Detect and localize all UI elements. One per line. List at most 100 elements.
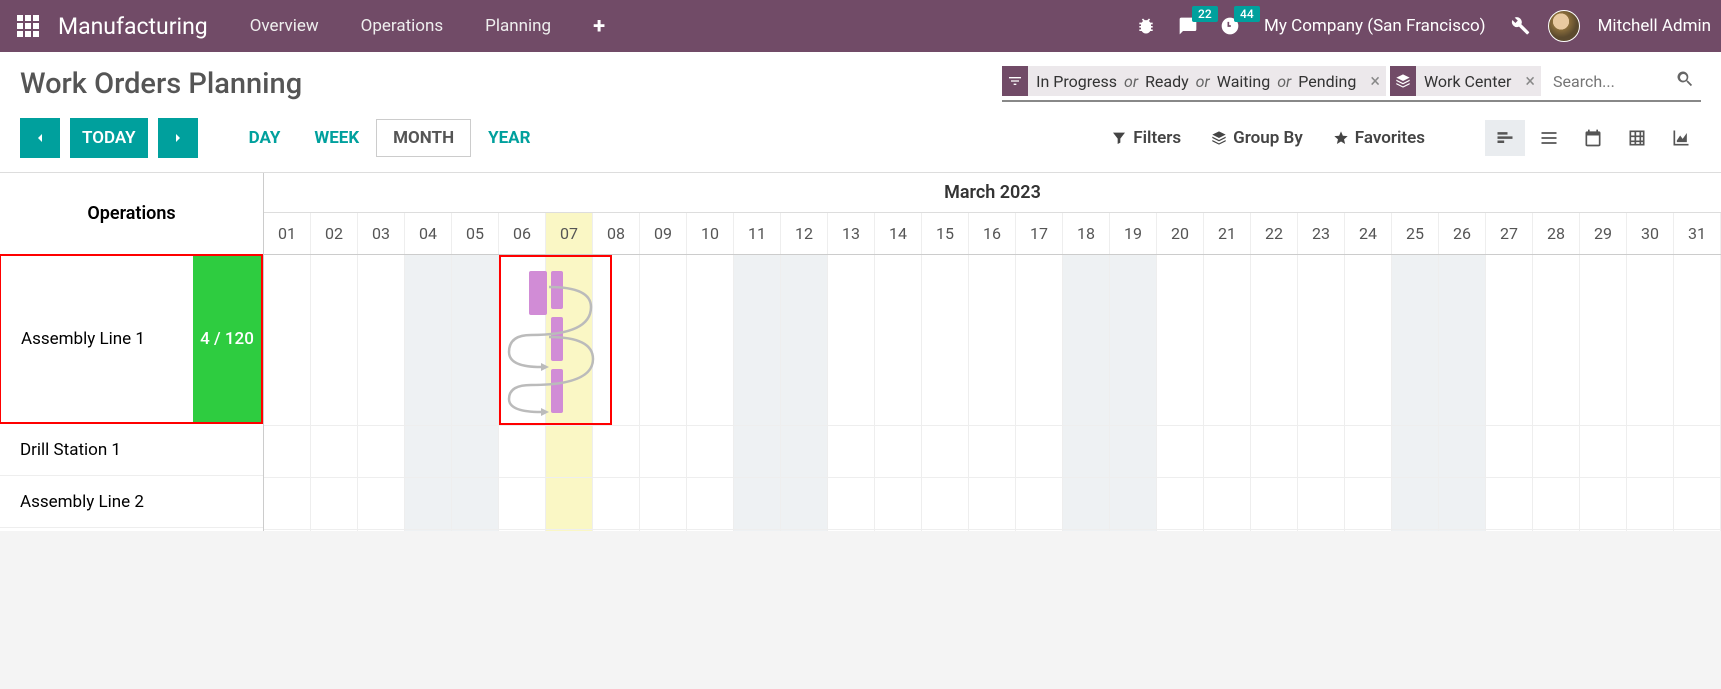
activities-icon[interactable]: 44 bbox=[1216, 12, 1244, 40]
view-pivot-icon[interactable] bbox=[1617, 120, 1657, 156]
day-cell[interactable]: 18 bbox=[1063, 213, 1110, 254]
grid-col[interactable] bbox=[1016, 255, 1063, 531]
nav-new-icon[interactable]: + bbox=[575, 14, 623, 39]
nav-overview[interactable]: Overview bbox=[232, 16, 337, 36]
day-cell[interactable]: 26 bbox=[1439, 213, 1486, 254]
company-switcher[interactable]: My Company (San Francisco) bbox=[1264, 16, 1486, 36]
nav-operations[interactable]: Operations bbox=[343, 16, 462, 36]
day-cell[interactable]: 30 bbox=[1627, 213, 1674, 254]
app-brand[interactable]: Manufacturing bbox=[58, 13, 208, 40]
gantt-grid[interactable] bbox=[264, 255, 1721, 531]
view-list-icon[interactable] bbox=[1529, 120, 1569, 156]
scale-year[interactable]: YEAR bbox=[471, 119, 547, 157]
grid-col[interactable] bbox=[1204, 255, 1251, 531]
grid-col[interactable] bbox=[1110, 255, 1157, 531]
view-gantt-icon[interactable] bbox=[1485, 120, 1525, 156]
day-cell[interactable]: 25 bbox=[1392, 213, 1439, 254]
grid-col[interactable] bbox=[452, 255, 499, 531]
day-cell[interactable]: 13 bbox=[828, 213, 875, 254]
grid-col[interactable] bbox=[875, 255, 922, 531]
messages-badge: 22 bbox=[1192, 6, 1218, 22]
next-button[interactable] bbox=[158, 118, 198, 158]
day-cell[interactable]: 16 bbox=[969, 213, 1016, 254]
grid-col[interactable] bbox=[1157, 255, 1204, 531]
grid-col[interactable] bbox=[1392, 255, 1439, 531]
filter-facet-text: In Progress or Ready or Waiting or Pendi… bbox=[1028, 68, 1364, 95]
nav-planning[interactable]: Planning bbox=[467, 16, 569, 36]
tools-icon[interactable] bbox=[1506, 12, 1534, 40]
close-icon[interactable]: × bbox=[1364, 71, 1386, 92]
capacity-badge: 4 / 120 bbox=[193, 256, 261, 422]
search-icon[interactable] bbox=[1675, 69, 1695, 94]
day-cell[interactable]: 22 bbox=[1251, 213, 1298, 254]
grid-col[interactable] bbox=[1674, 255, 1721, 531]
day-cell[interactable]: 02 bbox=[311, 213, 358, 254]
groupby-button[interactable]: Group By bbox=[1211, 128, 1303, 148]
day-cell[interactable]: 04 bbox=[405, 213, 452, 254]
grid-col[interactable] bbox=[1251, 255, 1298, 531]
day-cell[interactable]: 31 bbox=[1674, 213, 1721, 254]
username[interactable]: Mitchell Admin bbox=[1598, 16, 1711, 36]
day-cell[interactable]: 11 bbox=[734, 213, 781, 254]
day-cell[interactable]: 19 bbox=[1110, 213, 1157, 254]
grid-col[interactable] bbox=[687, 255, 734, 531]
grid-col[interactable] bbox=[922, 255, 969, 531]
day-cell[interactable]: 28 bbox=[1533, 213, 1580, 254]
day-cell[interactable]: 08 bbox=[593, 213, 640, 254]
debug-icon[interactable] bbox=[1132, 12, 1160, 40]
apps-icon[interactable] bbox=[10, 8, 46, 44]
today-button[interactable]: TODAY bbox=[70, 118, 148, 158]
scale-week[interactable]: WEEK bbox=[297, 119, 376, 157]
scale-day[interactable]: DAY bbox=[232, 119, 298, 157]
search-input[interactable] bbox=[1545, 68, 1675, 95]
grid-col[interactable] bbox=[1580, 255, 1627, 531]
grid-col[interactable] bbox=[640, 255, 687, 531]
search-bar[interactable]: In Progress or Ready or Waiting or Pendi… bbox=[1002, 66, 1701, 102]
grid-col[interactable] bbox=[1533, 255, 1580, 531]
day-cell[interactable]: 27 bbox=[1486, 213, 1533, 254]
day-cell[interactable]: 17 bbox=[1016, 213, 1063, 254]
day-cell[interactable]: 20 bbox=[1157, 213, 1204, 254]
day-cell[interactable]: 21 bbox=[1204, 213, 1251, 254]
grid-col[interactable] bbox=[734, 255, 781, 531]
day-cell[interactable]: 03 bbox=[358, 213, 405, 254]
grid-col[interactable] bbox=[1298, 255, 1345, 531]
prev-button[interactable] bbox=[20, 118, 60, 158]
day-cell[interactable]: 14 bbox=[875, 213, 922, 254]
day-cell[interactable]: 29 bbox=[1580, 213, 1627, 254]
favorites-button[interactable]: Favorites bbox=[1333, 128, 1425, 148]
grid-col[interactable] bbox=[828, 255, 875, 531]
grid-col[interactable] bbox=[1486, 255, 1533, 531]
avatar[interactable] bbox=[1548, 10, 1580, 42]
row-drill-station-1[interactable]: Drill Station 1 bbox=[0, 424, 263, 476]
day-cell[interactable]: 09 bbox=[640, 213, 687, 254]
funnel-icon bbox=[1002, 66, 1028, 96]
filters-button[interactable]: Filters bbox=[1111, 128, 1181, 148]
day-cell[interactable]: 06 bbox=[499, 213, 546, 254]
day-cell[interactable]: 23 bbox=[1298, 213, 1345, 254]
grid-col[interactable] bbox=[405, 255, 452, 531]
day-cell[interactable]: 10 bbox=[687, 213, 734, 254]
grid-col[interactable] bbox=[358, 255, 405, 531]
grid-col[interactable] bbox=[1627, 255, 1674, 531]
row-assembly-line-2[interactable]: Assembly Line 2 bbox=[0, 476, 263, 528]
grid-col[interactable] bbox=[311, 255, 358, 531]
scale-month[interactable]: MONTH bbox=[376, 119, 471, 157]
view-graph-icon[interactable] bbox=[1661, 120, 1701, 156]
grid-col[interactable] bbox=[264, 255, 311, 531]
grid-col[interactable] bbox=[1439, 255, 1486, 531]
view-calendar-icon[interactable] bbox=[1573, 120, 1613, 156]
grid-col[interactable] bbox=[1063, 255, 1110, 531]
day-cell[interactable]: 12 bbox=[781, 213, 828, 254]
day-cell[interactable]: 24 bbox=[1345, 213, 1392, 254]
row-assembly-line-1[interactable]: Assembly Line 1 4 / 120 bbox=[0, 254, 263, 424]
close-icon[interactable]: × bbox=[1519, 71, 1541, 92]
day-cell[interactable]: 07 bbox=[546, 213, 593, 254]
grid-col[interactable] bbox=[781, 255, 828, 531]
messages-icon[interactable]: 22 bbox=[1174, 12, 1202, 40]
day-cell[interactable]: 05 bbox=[452, 213, 499, 254]
grid-col[interactable] bbox=[969, 255, 1016, 531]
day-cell[interactable]: 01 bbox=[264, 213, 311, 254]
day-cell[interactable]: 15 bbox=[922, 213, 969, 254]
grid-col[interactable] bbox=[1345, 255, 1392, 531]
